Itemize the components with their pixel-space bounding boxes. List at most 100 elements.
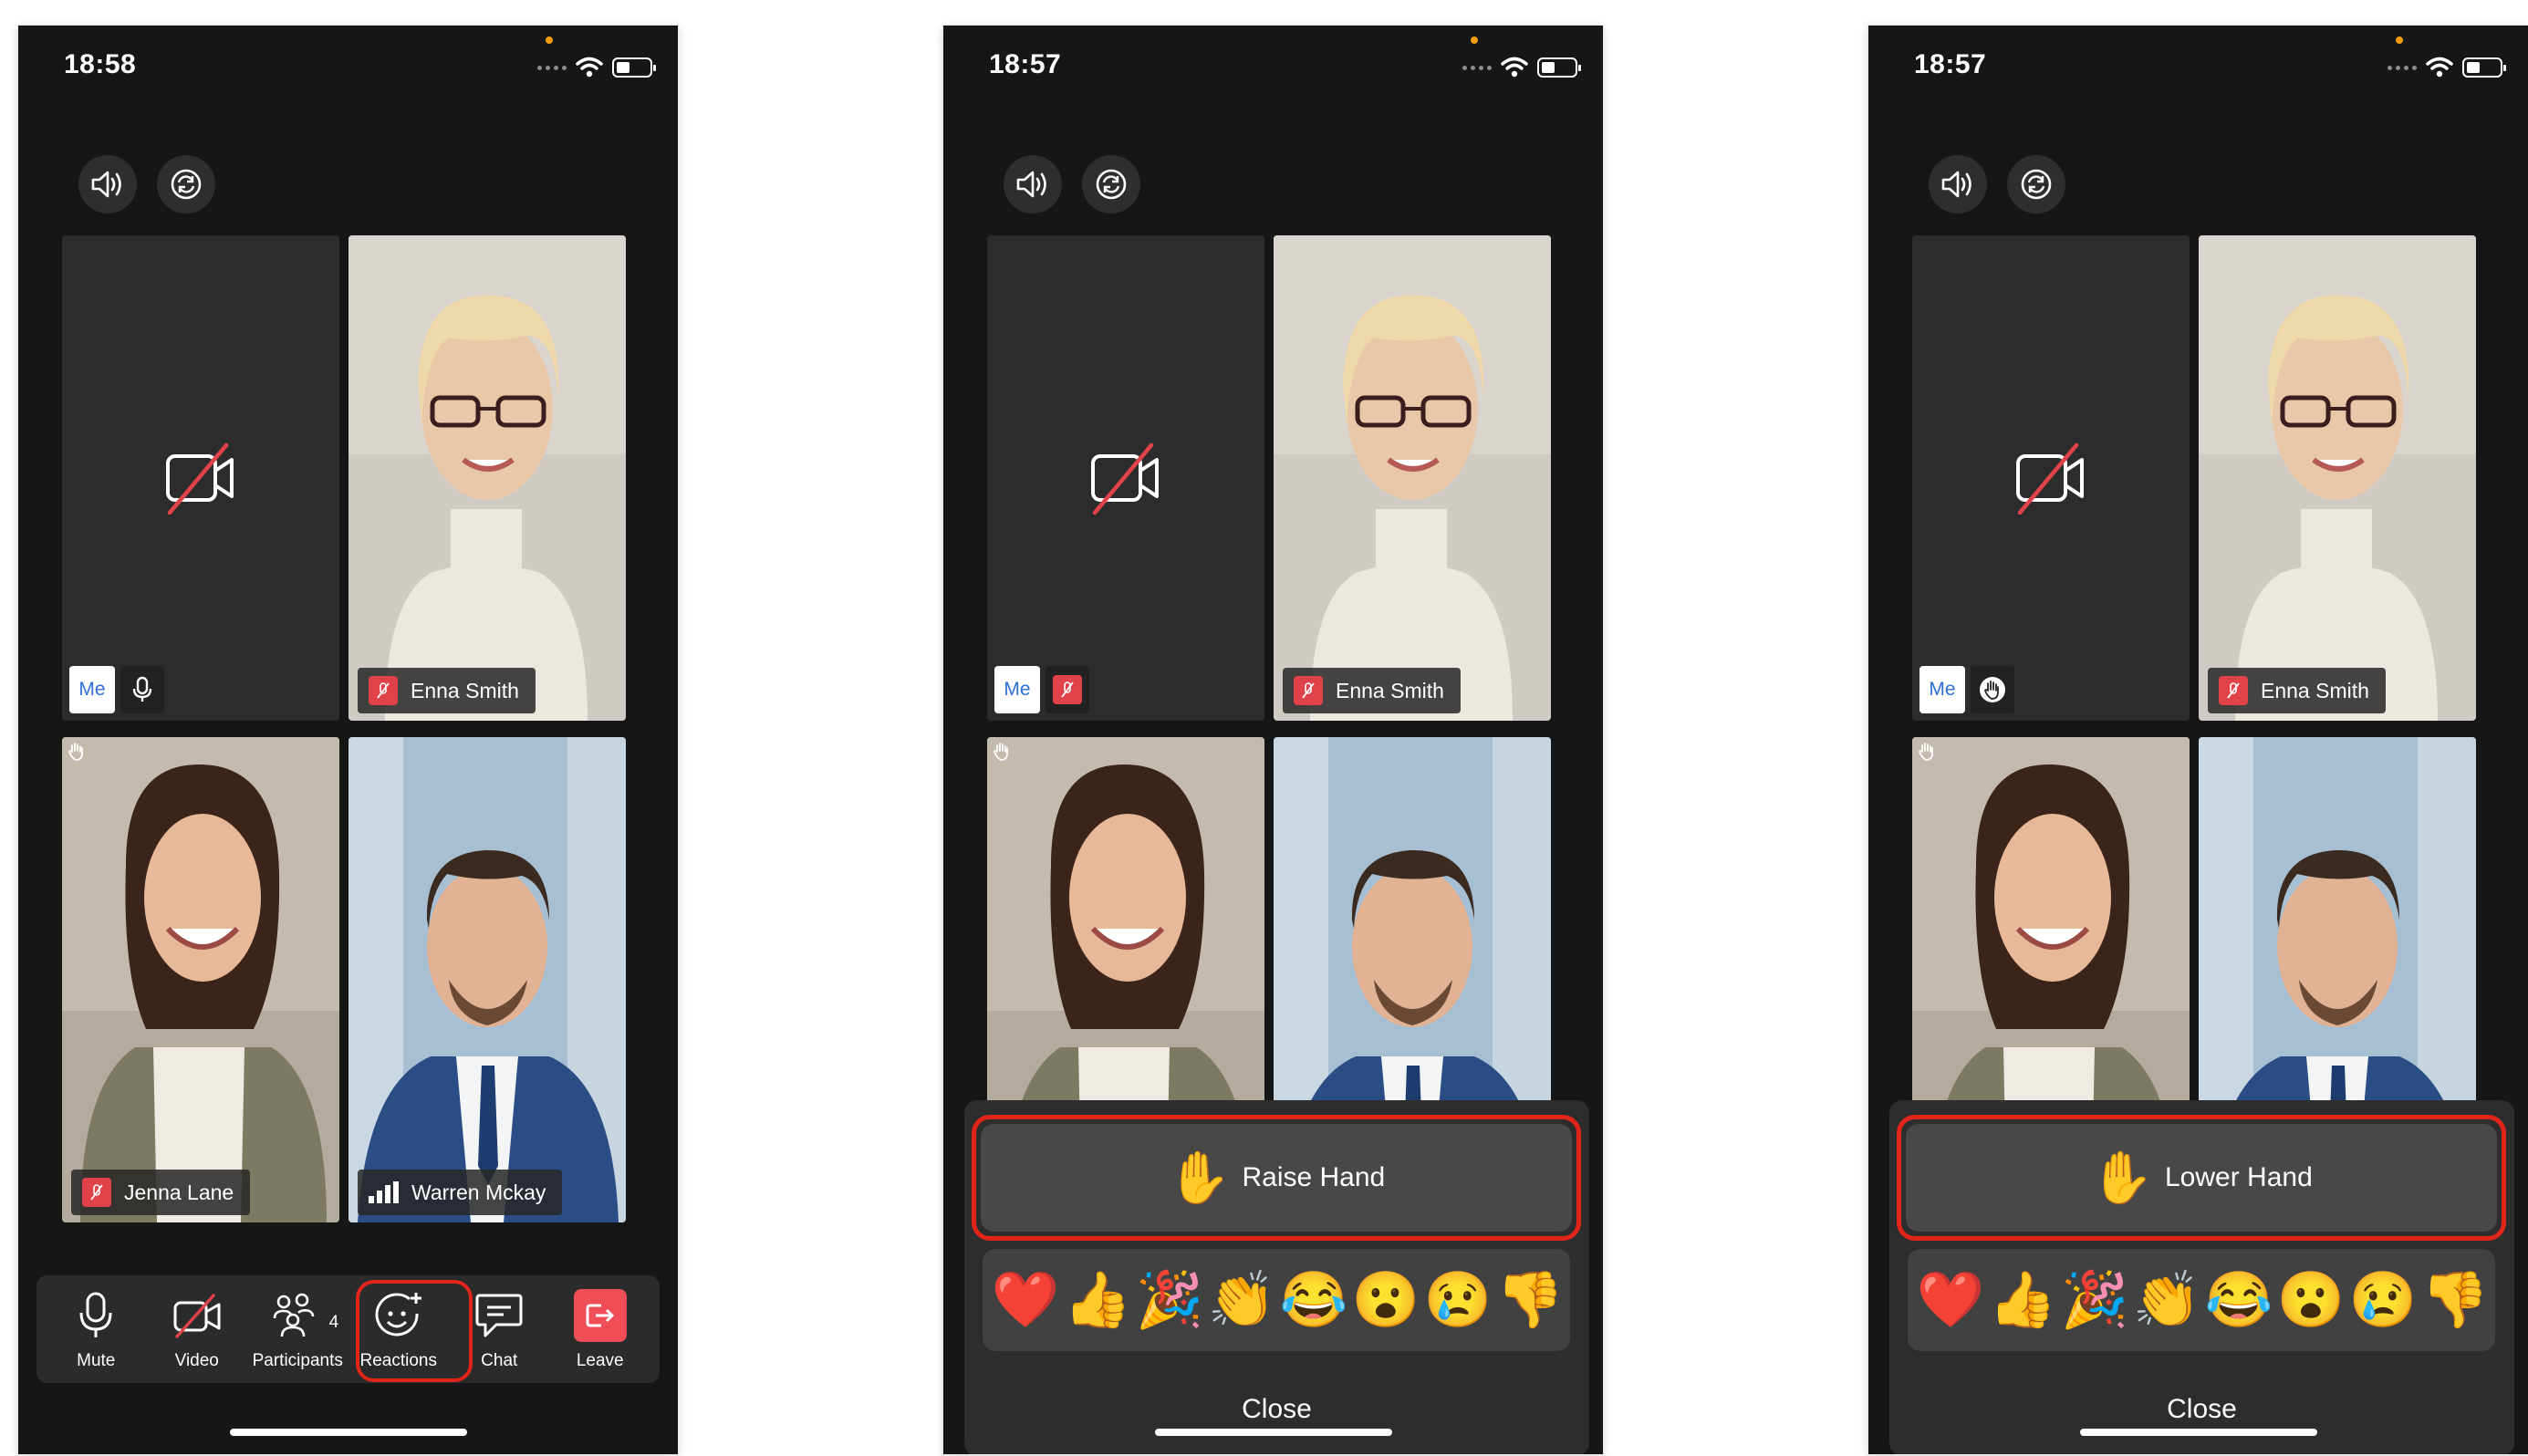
participant-name: Jenna Lane <box>124 1180 234 1204</box>
participant-photo <box>1274 235 1551 721</box>
reaction-thumbs-up[interactable]: 👍 <box>1064 1273 1132 1327</box>
switch-camera-button[interactable] <box>2007 155 2065 213</box>
reaction-heart[interactable]: ❤️ <box>992 1273 1060 1327</box>
battery-icon <box>1537 57 1581 78</box>
video-tile-me[interactable]: Me <box>987 235 1264 721</box>
video-tile-jenna-lane[interactable]: Jenna Lane <box>62 737 339 1222</box>
microphone-icon <box>132 676 152 702</box>
reaction-sad[interactable]: 😢 <box>1424 1273 1493 1327</box>
me-badge: Me <box>994 666 1089 713</box>
participant-name: Warren Mckay <box>411 1180 546 1204</box>
me-label: Me <box>994 666 1040 713</box>
microphone-icon <box>79 1292 112 1337</box>
smiley-add-icon <box>375 1293 421 1336</box>
hand-raised-icon <box>994 743 1008 761</box>
video-tile-warren-mckay[interactable]: Warren Mckay <box>349 737 626 1222</box>
participants-count: 4 <box>328 1313 339 1332</box>
mute-label: Mute <box>77 1351 116 1370</box>
participant-photo <box>349 737 626 1222</box>
reactions-sheet: ✋ Lower Hand ❤️ 👍 🎉 👏 😂 😮 😢 👎 Close <box>1889 1100 2514 1454</box>
mic-status <box>120 666 164 713</box>
hand-raised-icon <box>1919 743 1933 761</box>
participant-name: Enna Smith <box>1336 678 1444 702</box>
camera-off-icon <box>173 1294 221 1338</box>
reaction-laugh[interactable]: 😂 <box>1280 1273 1348 1327</box>
status-time: 18:57 <box>1914 49 1987 79</box>
microphone-muted-icon <box>82 1178 111 1207</box>
reaction-clap[interactable]: 👏 <box>2133 1273 2201 1327</box>
signal-bars-icon <box>369 1181 399 1203</box>
switch-camera-button[interactable] <box>157 155 215 213</box>
video-label: Video <box>174 1351 219 1370</box>
participant-name-badge: Jenna Lane <box>71 1170 251 1215</box>
hand-icon: ✋ <box>1167 1149 1232 1206</box>
close-button[interactable]: Close <box>1889 1394 2514 1425</box>
reaction-sad[interactable]: 😢 <box>2349 1273 2418 1327</box>
battery-icon <box>612 57 656 78</box>
participant-name: Enna Smith <box>411 678 519 702</box>
participant-name-badge: Enna Smith <box>1283 668 1461 713</box>
chat-button[interactable]: Chat <box>453 1287 545 1371</box>
switch-camera-button[interactable] <box>1082 155 1140 213</box>
reaction-surprised[interactable]: 😮 <box>1352 1273 1420 1327</box>
reactions-button[interactable]: Reactions <box>353 1280 473 1382</box>
battery-icon <box>2462 57 2506 78</box>
reaction-emoji-row: ❤️ 👍 🎉 👏 😂 😮 😢 👎 <box>983 1249 1570 1351</box>
video-button[interactable]: Video <box>151 1287 243 1371</box>
participant-photo <box>62 737 339 1222</box>
cellular-signal-icon <box>537 65 567 70</box>
close-button[interactable]: Close <box>964 1394 1589 1425</box>
speaker-button[interactable] <box>78 155 137 213</box>
camera-switch-icon <box>1096 169 1127 200</box>
video-tile-enna-smith[interactable]: Enna Smith <box>1274 235 1551 721</box>
speaker-button[interactable] <box>1929 155 1987 213</box>
camera-off-icon <box>2016 442 2084 515</box>
raise-hand-label: Raise Hand <box>1242 1162 1386 1192</box>
wifi-icon <box>1501 57 1528 78</box>
video-tile-me[interactable]: Me <box>1912 235 2190 721</box>
camera-off-icon <box>1091 442 1159 515</box>
microphone-muted-icon <box>2219 676 2248 705</box>
reaction-thumbs-down[interactable]: 👎 <box>2421 1273 2490 1327</box>
me-badge: Me <box>69 666 164 713</box>
participant-name-badge: Warren Mckay <box>358 1170 563 1215</box>
video-tile-enna-smith[interactable]: Enna Smith <box>2199 235 2476 721</box>
participant-name-badge: Enna Smith <box>358 668 536 713</box>
mute-button[interactable]: Mute <box>50 1287 141 1371</box>
camera-indicator-dot <box>1471 36 1478 44</box>
camera-switch-icon <box>171 169 202 200</box>
reaction-thumbs-down[interactable]: 👎 <box>1496 1273 1565 1327</box>
reaction-clap[interactable]: 👏 <box>1208 1273 1276 1327</box>
wifi-icon <box>576 57 603 78</box>
leave-label: Leave <box>576 1351 624 1370</box>
reaction-party[interactable]: 🎉 <box>2061 1273 2129 1327</box>
reaction-party[interactable]: 🎉 <box>1136 1273 1204 1327</box>
status-bar: 18:58 <box>18 26 678 108</box>
phone-screen-2: 18:57 Me Enna Smith ✋ Raise Hand ❤️ 👍 🎉 … <box>943 26 1603 1454</box>
video-tile-me[interactable]: Me <box>62 235 339 721</box>
participants-label: Participants <box>252 1351 343 1370</box>
reaction-emoji-row: ❤️ 👍 🎉 👏 😂 😮 😢 👎 <box>1908 1249 2495 1351</box>
status-bar: 18:57 <box>1868 26 2528 108</box>
people-icon <box>273 1293 315 1337</box>
reaction-laugh[interactable]: 😂 <box>2205 1273 2273 1327</box>
status-time: 18:57 <box>989 49 1062 79</box>
raise-hand-button[interactable]: ✋ Raise Hand <box>972 1115 1581 1241</box>
lower-hand-label: Lower Hand <box>2164 1162 2313 1192</box>
lower-hand-button[interactable]: ✋ Lower Hand <box>1897 1115 2506 1241</box>
phone-screen-1: 18:58 Me Enna Smith Jenna Lane Warren Mc… <box>18 26 678 1454</box>
reaction-thumbs-up[interactable]: 👍 <box>1989 1273 2057 1327</box>
participants-button[interactable]: 4 Participants <box>252 1287 343 1371</box>
chat-label: Chat <box>481 1351 518 1370</box>
microphone-muted-icon <box>1053 675 1082 704</box>
leave-icon <box>586 1304 614 1327</box>
reaction-surprised[interactable]: 😮 <box>2277 1273 2346 1327</box>
status-bar: 18:57 <box>943 26 1603 108</box>
reactions-sheet: ✋ Raise Hand ❤️ 👍 🎉 👏 😂 😮 😢 👎 Close <box>964 1100 1589 1454</box>
reaction-heart[interactable]: ❤️ <box>1917 1273 1985 1327</box>
me-badge: Me <box>1919 666 2014 713</box>
leave-button[interactable]: Leave <box>555 1287 646 1371</box>
speaker-button[interactable] <box>1004 155 1062 213</box>
camera-switch-icon <box>2021 169 2052 200</box>
video-tile-enna-smith[interactable]: Enna Smith <box>349 235 626 721</box>
